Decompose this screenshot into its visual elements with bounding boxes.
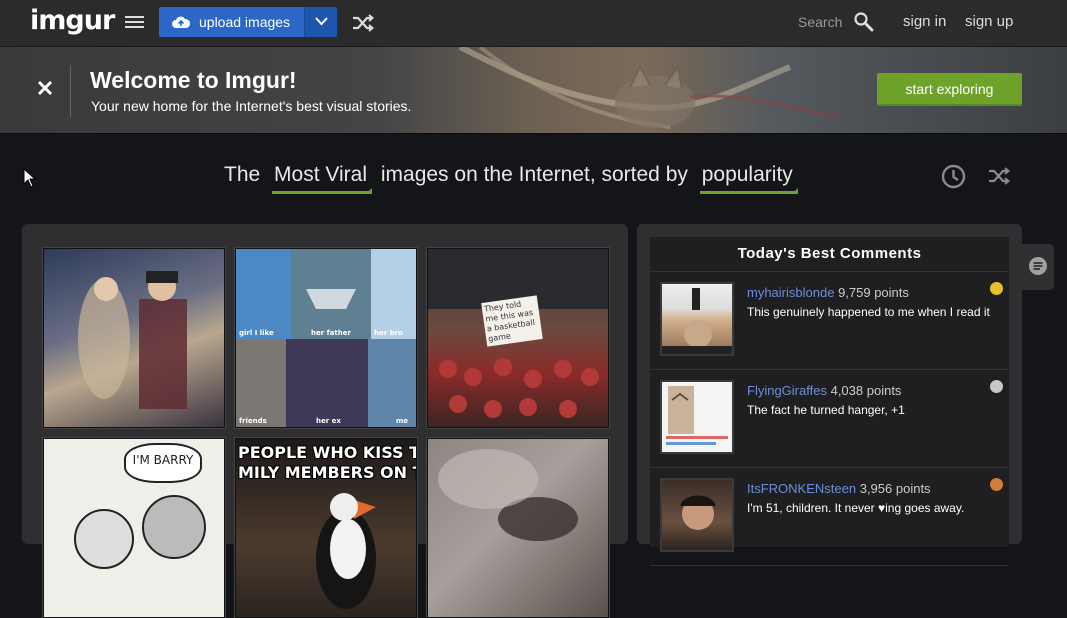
photo-thumbnail-icon [666, 386, 728, 445]
hamburger-menu-icon[interactable] [125, 16, 144, 30]
meme-caption: her bro [374, 329, 403, 337]
comment-item[interactable]: ItsFRONKENsteen 3,956 points I'm 51, chi… [650, 468, 1009, 566]
welcome-subtitle: Your new home for the Internet's best vi… [91, 98, 412, 114]
comment-item[interactable]: myhairisblonde 9,759 points This genuine… [650, 272, 1009, 370]
image-gallery: girl I like her father her bro friends h… [22, 224, 628, 618]
search-input[interactable]: Search [798, 14, 842, 30]
username-text[interactable]: ItsFRONKENsteen [747, 481, 856, 496]
gold-medal-icon [990, 282, 1003, 295]
headline-middle: images on the Internet, sorted by [380, 163, 688, 186]
comment-text: I'm 51, children. It never ♥ing goes awa… [747, 501, 965, 515]
fan-sign: They told me this was a basketball game [481, 295, 543, 347]
photo-thumbnail-icon [680, 495, 716, 530]
comment-username[interactable]: FlyingGiraffes 4,038 points [747, 383, 901, 398]
comment-points: 3,956 points [859, 481, 931, 496]
comments-list-icon [1029, 257, 1047, 275]
comment-image-thumbnail[interactable] [660, 380, 734, 454]
comment-image-thumbnail[interactable] [660, 478, 734, 552]
meme-caption: me [396, 417, 409, 425]
sign-up-link[interactable]: sign up [965, 13, 1013, 30]
meme-caption: girl I like [239, 329, 274, 337]
username-text[interactable]: myhairisblonde [747, 285, 834, 300]
comment-item[interactable]: FlyingGiraffes 4,038 points The fact he … [650, 370, 1009, 468]
comment-points: 9,759 points [838, 285, 909, 300]
comments-toggle-tab[interactable] [1022, 244, 1054, 290]
cloud-upload-icon [172, 16, 191, 28]
headline-prefix: The [224, 163, 261, 186]
banner-divider [70, 65, 71, 117]
banner-artwork [458, 47, 841, 129]
photo-thumbnail-icon [78, 271, 187, 409]
random-shuffle-icon[interactable] [352, 13, 374, 33]
gallery-thumbnail[interactable]: They told me this was a basketball game [427, 248, 609, 428]
comment-text: This genuinely happened to me when I rea… [747, 305, 990, 319]
username-text[interactable]: FlyingGiraffes [747, 383, 827, 398]
gallery-thumbnail[interactable] [43, 248, 225, 428]
gallery-headline: The Most Viral images on the Internet, s… [224, 163, 801, 194]
meme-caption: her father [311, 329, 351, 337]
comment-username[interactable]: ItsFRONKENsteen 3,956 points [747, 481, 931, 496]
meme-text-line: MILY MEMBERS ON THE LI [238, 463, 416, 482]
section-selector[interactable]: Most Viral [272, 163, 372, 194]
meme-text-line: PEOPLE WHO KISS THEIR [238, 443, 416, 462]
upload-images-button[interactable]: upload images [159, 7, 337, 37]
welcome-banner: Welcome to Imgur! Your new home for the … [0, 47, 1067, 134]
meme-caption: friends [239, 417, 267, 425]
chevron-down-icon [315, 17, 328, 26]
comment-points: 4,038 points [830, 383, 902, 398]
best-comments-panel: Today's Best Comments myhairisblonde 9,7… [637, 224, 1022, 566]
mouse-cursor-icon [23, 168, 36, 188]
close-banner-icon[interactable] [37, 80, 53, 96]
speech-bubble: I'M BARRY [124, 443, 202, 483]
welcome-title: Welcome to Imgur! [90, 67, 297, 93]
clock-icon[interactable] [941, 164, 966, 189]
comic-head [142, 495, 206, 559]
meme-caption: her ex [316, 417, 341, 425]
photo-thumbnail-icon [236, 249, 416, 427]
random-shuffle-icon[interactable] [987, 166, 1011, 186]
bronze-medal-icon [990, 478, 1003, 491]
upload-images-label: upload images [199, 14, 291, 30]
top-nav: imgur upload images Search sign in sign … [0, 0, 1067, 47]
photo-thumbnail-icon [438, 449, 578, 541]
comment-text: The fact he turned hanger, +1 [747, 403, 905, 417]
imgur-logo[interactable]: imgur [30, 5, 115, 36]
sort-selector[interactable]: popularity [699, 163, 798, 194]
upload-options-dropdown[interactable] [304, 7, 337, 37]
comment-image-thumbnail[interactable] [660, 282, 734, 356]
comments-title: Today's Best Comments [650, 237, 1009, 272]
gallery-thumbnail[interactable] [427, 438, 609, 618]
gallery-thumbnail[interactable]: I'M BARRY [43, 438, 225, 618]
photo-thumbnail-icon [662, 288, 732, 354]
comment-username[interactable]: myhairisblonde 9,759 points [747, 285, 909, 300]
gallery-thumbnail[interactable]: PEOPLE WHO KISS THEIR MILY MEMBERS ON TH… [235, 438, 417, 618]
comic-head [74, 509, 134, 569]
silver-medal-icon [990, 380, 1003, 393]
sign-in-link[interactable]: sign in [903, 13, 946, 30]
start-exploring-button[interactable]: start exploring [877, 73, 1022, 106]
comments-list: Today's Best Comments myhairisblonde 9,7… [650, 237, 1009, 566]
gallery-thumbnail[interactable]: girl I like her father her bro friends h… [235, 248, 417, 428]
search-icon[interactable] [853, 11, 875, 33]
